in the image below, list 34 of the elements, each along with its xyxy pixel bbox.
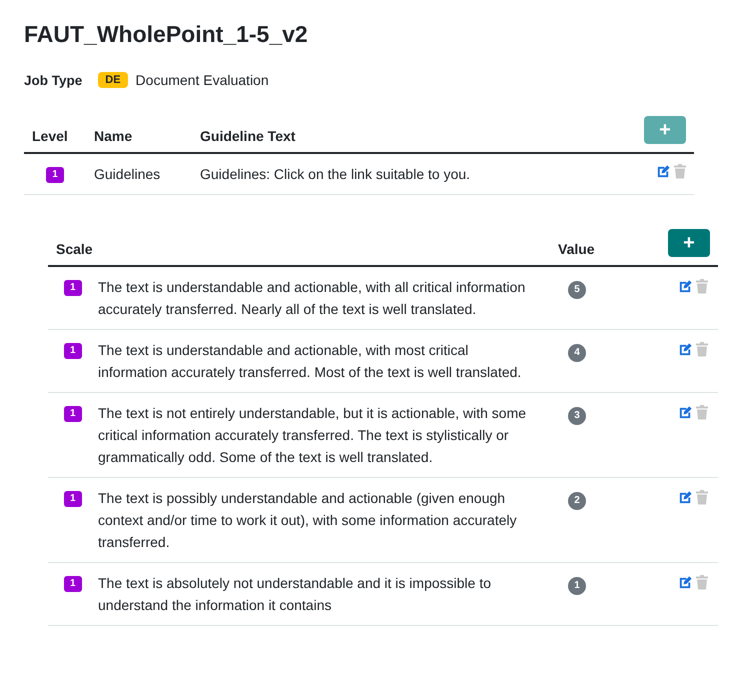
level-badge: 1: [64, 280, 82, 296]
table-cell: The text is understandable and actionable, with all critical information accurately transferred. Nearly all of the text is well translated.: [90, 266, 550, 330]
table-cell: The text is possibly understandable and actionable (given enough context and/or time to work it out), with some information accurately transferred.: [90, 478, 550, 562]
table-cell: The text is understandable and actionable, with most critical information accurately transferred. Most of the text is well translated.: [90, 330, 550, 392]
job-type-label: Job Type: [24, 72, 82, 88]
edit-icon[interactable]: [678, 490, 693, 505]
page-title: FAUT_WholePoint_1-5_v2: [24, 20, 309, 49]
level-badge: 1: [64, 576, 82, 592]
column-header: Scale: [48, 229, 550, 266]
job-type-badge: DE: [98, 72, 128, 88]
table-cell: The text is absolutely not understandable and it is impossible to understand the information it contains: [90, 562, 550, 626]
column-header: Level: [24, 116, 86, 153]
edit-icon[interactable]: [678, 575, 693, 590]
table-cell: The text is not entirely understandable, but it is actionable, with some critical information accurately transferred. The text is stylistically or grammatically odd. Some of the text is well translated.: [90, 392, 550, 478]
column-header: Guideline Text: [192, 116, 610, 153]
table-cell: Guidelines: Click on the link suitable to you.: [192, 153, 610, 194]
value-badge: 4: [568, 344, 586, 362]
level-badge: 1: [64, 406, 82, 422]
edit-icon[interactable]: [678, 342, 693, 357]
add-button[interactable]: +: [668, 229, 710, 257]
edit-icon[interactable]: [678, 405, 693, 420]
job-type-value: Document Evaluation: [136, 72, 269, 88]
edit-icon[interactable]: [656, 164, 671, 179]
value-badge: 5: [568, 281, 586, 299]
value-badge: 1: [568, 577, 586, 595]
value-badge: 3: [568, 407, 586, 425]
table-cell: Guidelines: [86, 153, 192, 194]
level-badge: 1: [64, 491, 82, 508]
column-header: Value: [550, 229, 632, 266]
level-badge: 1: [46, 167, 64, 184]
value-badge: 2: [568, 492, 586, 510]
level-badge: 1: [64, 343, 82, 360]
edit-icon[interactable]: [678, 279, 693, 294]
column-header: Name: [86, 116, 192, 153]
